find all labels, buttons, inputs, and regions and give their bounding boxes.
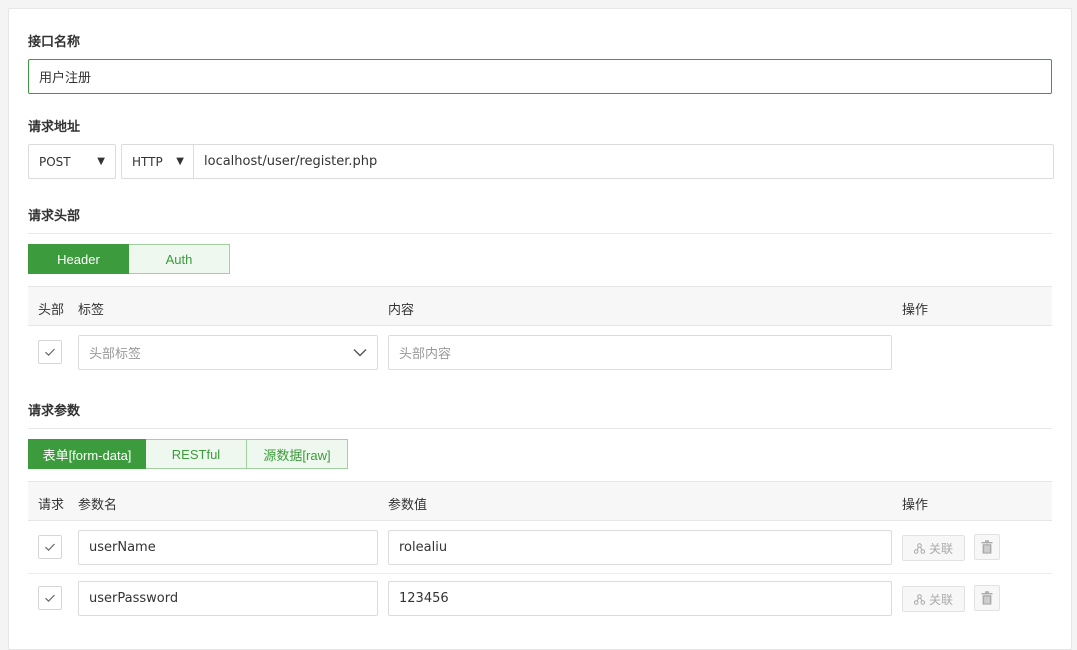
param-name-value: userName (89, 540, 156, 555)
col-param-action: 操作 (902, 498, 929, 513)
link-label: 关联 (928, 541, 953, 556)
api-edit-panel: 接口名称 用户注册 请求地址 POST ▼ HTTP ▼ localhost/u… (8, 8, 1072, 650)
param-row-checkbox[interactable] (38, 586, 62, 610)
request-header-label: 请求头部 (28, 209, 81, 224)
param-value-value: 123456 (399, 591, 449, 606)
col-action: 操作 (902, 303, 929, 318)
col-tag: 标签 (78, 303, 105, 318)
header-tabs: Header Auth (28, 244, 230, 274)
col-param-value: 参数值 (388, 498, 428, 513)
tab-form-data[interactable]: 表单[form-data] (28, 439, 146, 469)
check-icon (45, 543, 55, 552)
header-content-placeholder: 头部内容 (399, 347, 452, 362)
request-params-label: 请求参数 (28, 404, 81, 419)
header-table-head: 头部 标签 内容 操作 (28, 286, 1052, 326)
col-header: 头部 (38, 303, 65, 318)
header-tag-select[interactable]: 头部标签 (78, 335, 378, 370)
param-name-input[interactable]: userName (78, 530, 378, 565)
link-button[interactable]: 关联 (902, 586, 965, 612)
header-tag-placeholder: 头部标签 (89, 347, 142, 362)
check-icon (45, 348, 55, 357)
link-button[interactable]: 关联 (902, 535, 965, 561)
api-name-value: 用户注册 (39, 71, 92, 86)
divider (28, 233, 1052, 234)
chevron-down-icon (353, 349, 367, 357)
api-name-label: 接口名称 (28, 35, 81, 50)
caret-down-icon: ▼ (97, 156, 105, 167)
tab-raw[interactable]: 源数据[raw] (247, 439, 348, 469)
tab-header[interactable]: Header (28, 244, 129, 274)
row-divider (28, 573, 1052, 574)
method-value: POST (39, 154, 71, 169)
params-table-head: 请求 参数名 参数值 操作 (28, 481, 1052, 521)
caret-down-icon: ▼ (176, 156, 184, 167)
header-row-checkbox[interactable] (38, 340, 62, 364)
col-required: 请求 (38, 498, 65, 513)
link-label: 关联 (928, 592, 953, 607)
divider (28, 428, 1052, 429)
protocol-select[interactable]: HTTP ▼ (121, 144, 194, 179)
param-name-input[interactable]: userPassword (78, 581, 378, 616)
url-value: localhost/user/register.php (204, 154, 378, 169)
col-content: 内容 (388, 303, 415, 318)
api-name-input[interactable]: 用户注册 (28, 59, 1052, 94)
col-param-name: 参数名 (78, 498, 118, 513)
url-input[interactable]: localhost/user/register.php (193, 144, 1054, 179)
header-content-input[interactable]: 头部内容 (388, 335, 892, 370)
trash-icon (981, 540, 993, 554)
request-url-label: 请求地址 (28, 120, 81, 135)
method-select[interactable]: POST ▼ (28, 144, 116, 179)
delete-button[interactable] (974, 534, 1000, 560)
link-icon (913, 593, 925, 605)
tab-restful[interactable]: RESTful (146, 439, 247, 469)
trash-icon (981, 591, 993, 605)
link-icon (913, 542, 925, 554)
param-value-input[interactable]: 123456 (388, 581, 892, 616)
tab-auth[interactable]: Auth (129, 244, 230, 274)
params-tabs: 表单[form-data] RESTful 源数据[raw] (28, 439, 348, 469)
delete-button[interactable] (974, 585, 1000, 611)
param-row-checkbox[interactable] (38, 535, 62, 559)
param-name-value: userPassword (89, 591, 179, 606)
check-icon (45, 594, 55, 603)
param-value-value: rolealiu (399, 540, 448, 555)
protocol-value: HTTP (132, 154, 163, 169)
param-value-input[interactable]: rolealiu (388, 530, 892, 565)
